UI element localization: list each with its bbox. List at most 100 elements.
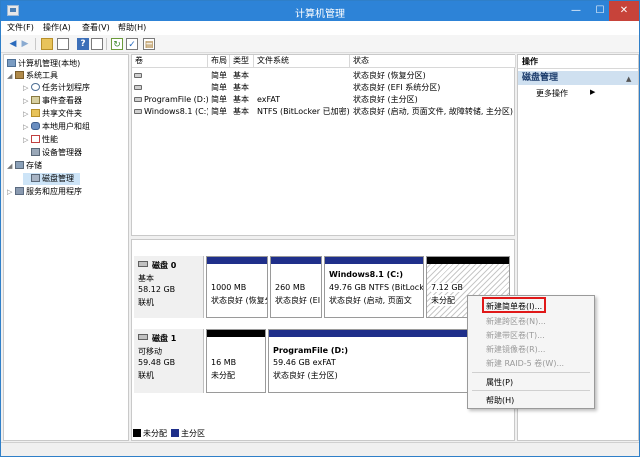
menu-file[interactable]: 文件(F) (7, 22, 34, 33)
chevron-right-icon: ▶ (590, 88, 596, 96)
expand-arrow-icon[interactable]: ▷ (23, 95, 31, 107)
menu-item-new-mirrored-volume[interactable]: 新建镜像卷(R)... (486, 344, 545, 355)
tree-item-label: 系统工具 (26, 71, 58, 80)
volume-list: 卷 布局 类型 文件系统 状态 简单 基本 状态良好 (恢复分区) 简单 基本 … (131, 54, 516, 236)
disk-kind: 基本 (138, 274, 154, 283)
menu-bar: 文件(F) 操作(A) 查看(V) 帮助(H) (1, 21, 639, 35)
volume-type: 基本 (233, 83, 249, 92)
refresh-icon[interactable]: ↻ (111, 38, 123, 50)
collapse-arrow-icon[interactable]: ▲ (626, 75, 631, 83)
menu-view[interactable]: 查看(V) (82, 22, 110, 33)
partition-windows-c[interactable]: Windows8.1 (C:) 49.76 GB NTFS (BitLocke … (324, 256, 424, 318)
tree-item-performance[interactable]: ▷ 性能 (23, 134, 58, 146)
volume-layout: 简单 (211, 95, 227, 104)
properties-icon[interactable]: ▤ (143, 38, 155, 50)
list-view-icon[interactable] (91, 38, 103, 50)
tree-item-label: 共享文件夹 (42, 109, 82, 118)
partition-status: 状态良好 (主分区) (273, 371, 338, 380)
tree-item-disk-management[interactable]: 磁盘管理 (23, 173, 80, 185)
tree-item-label: 设备管理器 (42, 148, 82, 157)
rescan-disks-icon[interactable]: ✓ (126, 38, 138, 50)
partition-status: 状态良好 (启动, 页面文 (329, 296, 412, 305)
menu-help[interactable]: 帮助(H) (118, 22, 146, 33)
close-button[interactable]: ✕ (609, 1, 639, 21)
tree-item-label: 任务计划程序 (42, 83, 90, 92)
minimize-button[interactable]: — (563, 1, 589, 21)
menu-item-properties[interactable]: 属性(P) (486, 377, 513, 388)
window-title: 计算机管理 (295, 9, 345, 20)
tree-item-task-scheduler[interactable]: ▷ 任务计划程序 (23, 82, 90, 94)
column-header-status[interactable]: 状态 (350, 55, 516, 68)
column-header-filesystem[interactable]: 文件系统 (254, 55, 350, 68)
tree-item-services[interactable]: ▷ 服务和应用程序 (7, 186, 82, 198)
collapse-arrow-icon[interactable]: ◢ (7, 70, 15, 82)
disk-size: 58.12 GB (138, 285, 176, 294)
partition-unallocated-disk1[interactable]: 16 MB 未分配 (206, 329, 266, 393)
partition-recovery[interactable]: 1000 MB 状态良好 (恢复分 (206, 256, 268, 318)
volume-name: ProgramFile (D:) (144, 95, 208, 104)
legend-primary-swatch (171, 429, 179, 437)
toolbar: ◀ ▶ ? ↻ ✓ ▤ (1, 35, 639, 53)
tree-item-root[interactable]: 计算机管理(本地) (7, 58, 80, 70)
disk-icon (138, 334, 148, 340)
disk-name: 磁盘 1 (152, 334, 177, 343)
menu-item-new-spanned-volume[interactable]: 新建跨区卷(N)... (486, 316, 546, 327)
menu-item-new-striped-volume[interactable]: 新建带区卷(T)... (486, 330, 545, 341)
volume-type: 基本 (233, 107, 249, 116)
disk-management-icon (31, 174, 40, 182)
table-row[interactable]: Windows8.1 (C:) 简单 基本 NTFS (BitLocker 已加… (132, 106, 514, 117)
back-arrow-icon[interactable]: ◀ (7, 38, 19, 50)
menu-action[interactable]: 操作(A) (43, 22, 71, 33)
expand-arrow-icon[interactable]: ▷ (23, 82, 31, 94)
legend-unallocated-swatch (133, 429, 141, 437)
tree-item-local-users[interactable]: ▷ 本地用户和组 (23, 121, 90, 133)
performance-icon (31, 135, 40, 143)
expand-arrow-icon[interactable]: ▷ (7, 186, 15, 198)
help-icon[interactable]: ? (77, 38, 89, 50)
status-bar (1, 442, 639, 456)
column-header-volume[interactable]: 卷 (132, 55, 208, 68)
disk-size: 59.48 GB (138, 358, 176, 367)
menu-item-new-raid5-volume[interactable]: 新建 RAID-5 卷(W)... (486, 358, 564, 369)
tree-item-label: 计算机管理(本地) (18, 59, 81, 68)
volume-layout: 简单 (211, 107, 227, 116)
menu-item-new-simple-volume[interactable]: 新建简单卷(I)... (486, 301, 542, 312)
partition-size: 59.46 GB exFAT (273, 358, 336, 367)
collapse-arrow-icon[interactable]: ◢ (7, 160, 15, 172)
menu-item-help[interactable]: 帮助(H) (486, 395, 514, 406)
expand-arrow-icon[interactable]: ▷ (23, 108, 31, 120)
volume-filesystem: exFAT (257, 95, 281, 104)
tree-item-label: 磁盘管理 (42, 174, 74, 183)
partition-efi[interactable]: 260 MB 状态良好 (EI (270, 256, 322, 318)
expand-arrow-icon[interactable]: ▷ (23, 121, 31, 133)
table-row[interactable]: 简单 基本 状态良好 (恢复分区) (132, 70, 514, 81)
up-folder-icon[interactable] (41, 38, 53, 50)
tree-item-device-manager[interactable]: 设备管理器 (31, 147, 82, 159)
expand-arrow-icon[interactable]: ▷ (23, 134, 31, 146)
shared-folder-icon (31, 109, 40, 117)
tree-item-system-tools[interactable]: ◢ 系统工具 (7, 70, 58, 82)
more-actions-link[interactable]: 更多操作 (536, 88, 568, 99)
tree-item-label: 服务和应用程序 (26, 187, 82, 196)
tree-item-shared-folders[interactable]: ▷ 共享文件夹 (23, 108, 82, 120)
disk-0-label[interactable]: 磁盘 0 基本 58.12 GB 联机 (134, 256, 204, 318)
volume-filesystem: NTFS (BitLocker 已加密) (257, 107, 350, 116)
disk-name: 磁盘 0 (152, 261, 177, 270)
disk-1-label[interactable]: 磁盘 1 可移动 59.48 GB 联机 (134, 329, 204, 393)
table-row[interactable]: 简单 基本 状态良好 (EFI 系统分区) (132, 82, 514, 93)
column-header-layout[interactable]: 布局 (208, 55, 230, 68)
table-row[interactable]: ProgramFile (D:) 简单 基本 exFAT 状态良好 (主分区) (132, 94, 514, 105)
disk-icon (138, 261, 148, 267)
services-icon (15, 187, 24, 195)
volume-status: 状态良好 (启动, 页面文件, 故障转储, 主分区) (353, 107, 514, 116)
computer-icon (7, 59, 16, 67)
tree-item-event-viewer[interactable]: ▷ 事件查看器 (23, 95, 82, 107)
tree-item-storage[interactable]: ◢ 存储 (7, 160, 42, 172)
column-header-type[interactable]: 类型 (230, 55, 254, 68)
forward-arrow-icon[interactable]: ▶ (19, 38, 31, 50)
actions-section-disk-management[interactable]: 磁盘管理 (518, 71, 638, 85)
tree-item-label: 性能 (42, 135, 58, 144)
actions-header: 操作 (518, 55, 638, 69)
show-hide-tree-icon[interactable] (57, 38, 69, 50)
disk-state: 联机 (138, 298, 154, 307)
